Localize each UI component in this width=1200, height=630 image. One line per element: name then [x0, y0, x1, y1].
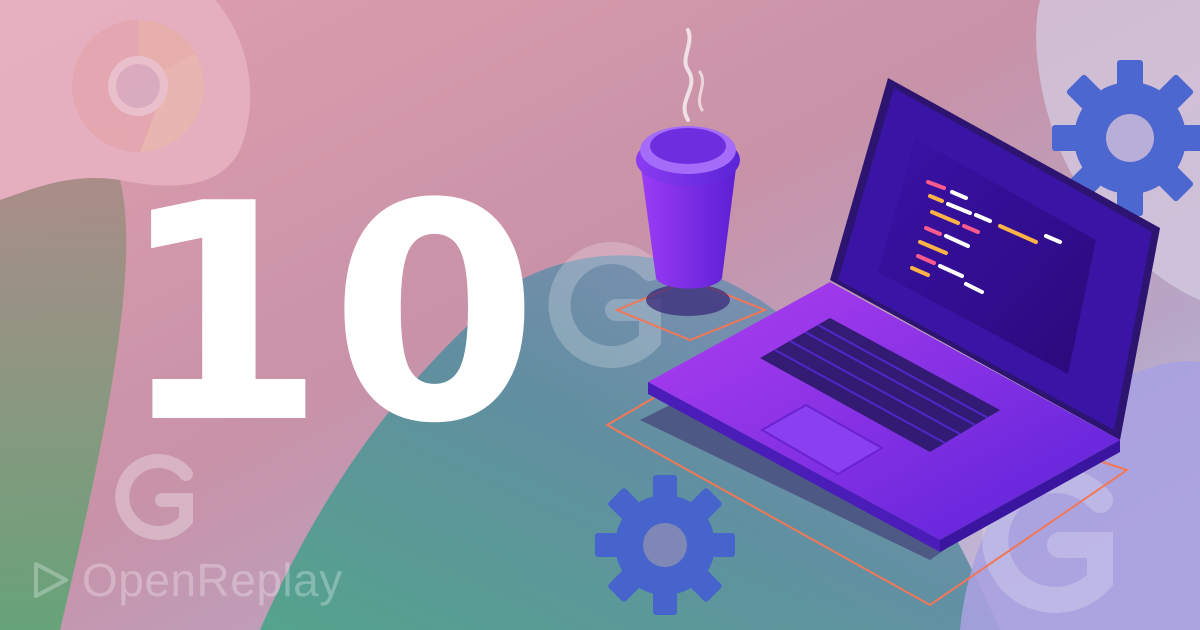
brand-watermark: OpenReplay [28, 552, 368, 608]
chrome-logo-icon [72, 20, 204, 152]
gear-icon-bottom [595, 475, 735, 615]
headline-number: 10 [117, 140, 543, 489]
hero-banner: 10 OpenReplay [0, 0, 1200, 630]
play-triangle-icon [34, 562, 68, 598]
brand-name: OpenReplay [82, 554, 343, 606]
